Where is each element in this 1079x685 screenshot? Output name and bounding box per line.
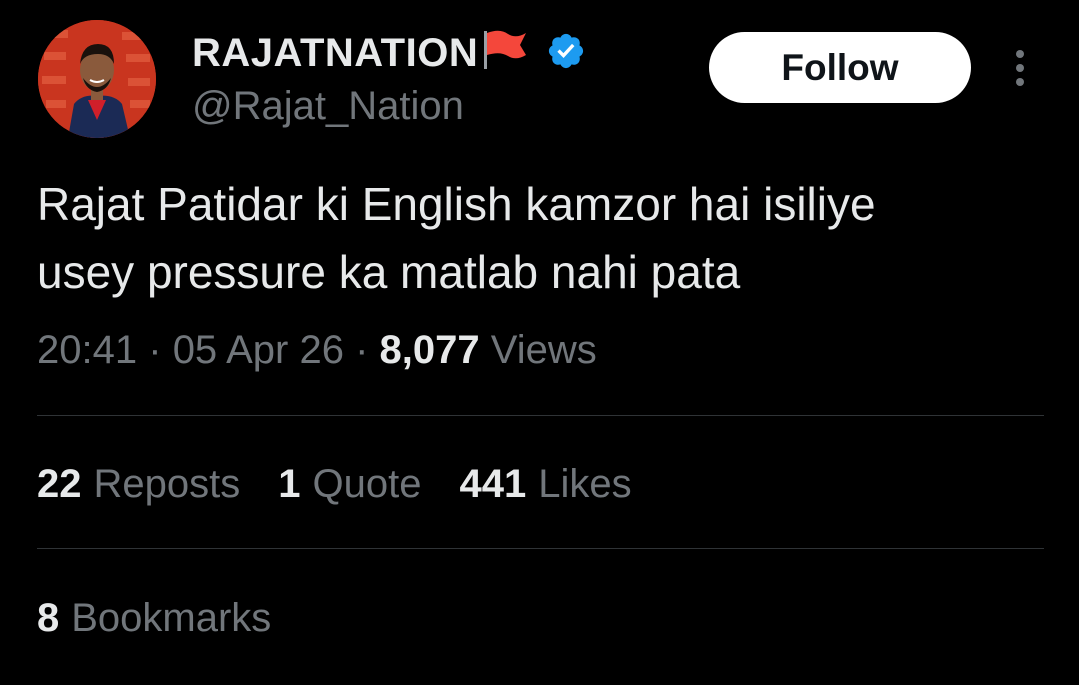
views-count: 8,077 [379,328,480,372]
quotes-stat[interactable]: 1 Quote [278,462,421,507]
reposts-label: Reposts [93,462,241,506]
bookmarks-count: 8 [37,596,60,640]
verified-badge-icon[interactable] [546,31,586,76]
bookmarks-stat[interactable]: 8 Bookmarks [37,596,271,641]
tweet-text-line: usey pressure ka matlab nahi pata [37,246,741,298]
divider [37,548,1044,549]
tweet-meta: 20:41 · 05 Apr 26 · 8,077 Views [37,328,597,373]
bookmarks-label: Bookmarks [71,596,272,640]
author-handle[interactable]: @Rajat_Nation [192,84,464,129]
reposts-count: 22 [37,462,82,506]
follow-button[interactable]: Follow [709,32,971,103]
likes-count: 441 [459,462,527,506]
likes-stat[interactable]: 441 Likes [459,462,631,507]
avatar-image [38,20,156,138]
avatar[interactable] [38,20,156,138]
tweet-time[interactable]: 20:41 [37,328,137,372]
author-display-name[interactable]: RAJATNATION [192,31,478,76]
tweet-text: Rajat Patidar ki English kamzor hai isil… [37,170,1057,306]
author-name-row: RAJATNATION [192,28,586,78]
reposts-stat[interactable]: 22 Reposts [37,462,240,507]
more-options-icon[interactable] [1004,48,1036,88]
tweet-text-line: Rajat Patidar ki English kamzor hai isil… [37,178,876,230]
likes-label: Likes [538,462,632,506]
meta-separator: · [148,328,162,372]
views-label: Views [490,328,597,372]
tweet-date[interactable]: 05 Apr 26 [173,328,344,372]
meta-separator: · [355,328,369,372]
flag-icon [480,25,528,76]
divider [37,415,1044,416]
quotes-count: 1 [278,462,301,506]
quotes-label: Quote [312,462,422,506]
engagement-stats: 22 Reposts 1 Quote 441 Likes [37,462,670,507]
